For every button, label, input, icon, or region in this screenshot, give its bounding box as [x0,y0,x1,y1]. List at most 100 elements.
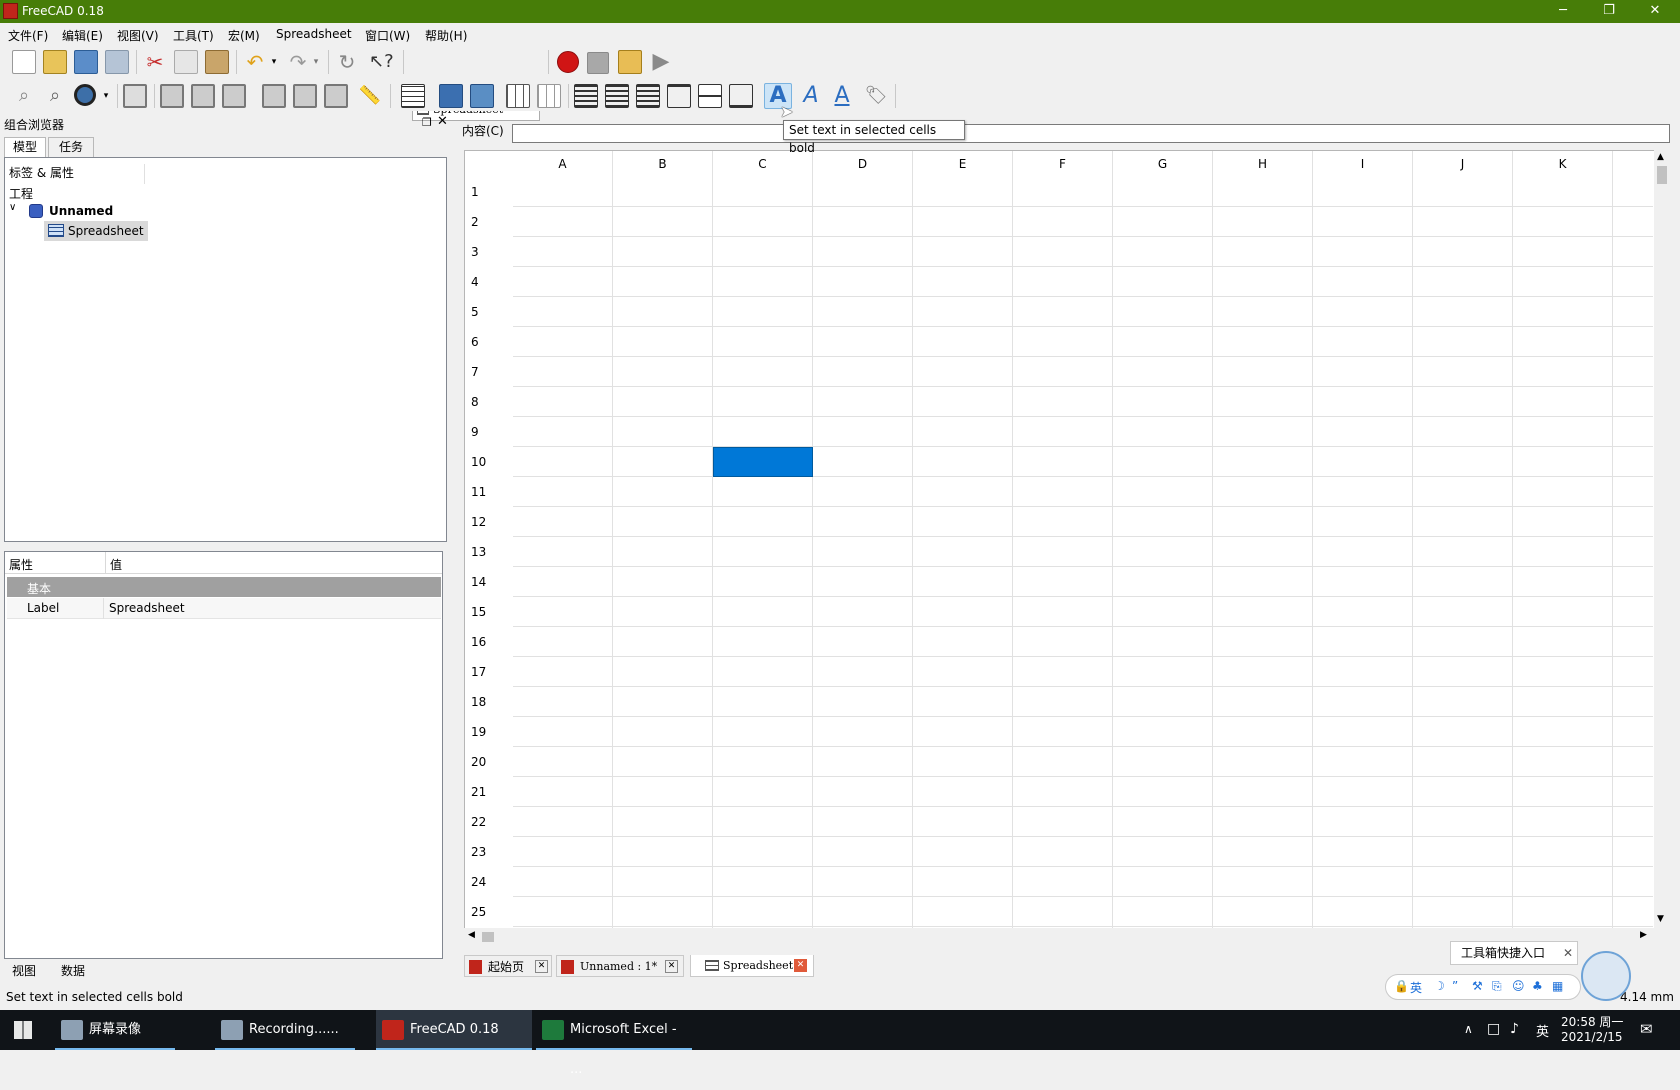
close-button[interactable]: ✕ [1632,0,1678,23]
restore-button[interactable]: ❐ [1586,0,1632,23]
notification-icon[interactable]: ✉ [1640,1020,1653,1038]
ime-language[interactable]: 英 [1410,979,1422,996]
macro-run-icon[interactable]: ▶ [649,50,673,74]
scroll-thumb[interactable] [1657,166,1667,184]
panel-close-icon[interactable]: ✕ [437,114,448,129]
scroll-left-icon[interactable]: ◀ [468,930,475,940]
menu-macro[interactable]: 宏(M) [228,27,260,44]
tree-item-unnamed[interactable]: Unnamed [49,204,113,218]
tree-item-spreadsheet[interactable]: Spreadsheet [44,221,148,241]
macro-record-icon[interactable] [557,51,579,73]
row-header-2[interactable]: 2 [465,207,513,237]
row-header-23[interactable]: 23 [465,837,513,867]
ime-toolbar[interactable]: 🔒 英 ☽ ” ⚒ ⎘ ☺ ♣ ▦ [1385,974,1581,1000]
toolbox-popup[interactable]: 工具箱快捷入口 ✕ [1450,941,1578,965]
undo-icon[interactable]: ↶ [243,50,267,74]
align-bottom-icon[interactable] [729,84,753,108]
tab-view[interactable]: 视图 [12,962,36,979]
spreadsheet-grid[interactable]: ABCDEFGHIJK 1 2 3 4 5 6 7 8 9 10 11 12 13 14 15 16 17 18 1… [464,150,1670,934]
row-header-20[interactable]: 20 [465,747,513,777]
close-icon[interactable]: ✕ [1563,942,1573,964]
row-header-25[interactable]: 25 [465,897,513,927]
row-header-24[interactable]: 24 [465,867,513,897]
row-header-16[interactable]: 16 [465,627,513,657]
row-header-5[interactable]: 5 [465,297,513,327]
taskbar-item-recording[interactable]: Recording...... [215,1010,355,1050]
selected-cell[interactable] [713,447,813,477]
row-header-1[interactable]: 1 [465,177,513,207]
clock-time[interactable]: 20:58 周一 [1561,1013,1623,1030]
redo-icon[interactable]: ↷ [286,50,310,74]
fit-all-icon[interactable]: ⌕ [12,84,36,108]
scroll-up-icon[interactable]: ▲ [1657,152,1664,162]
column-header-d[interactable]: D [813,151,913,177]
save-icon[interactable] [74,50,98,74]
taskbar-item-excel[interactable]: Microsoft Excel - ... [536,1010,692,1077]
tray-chevron-up-icon[interactable]: ∧ [1464,1022,1473,1036]
wrench-icon[interactable]: ⚒ [1472,979,1483,993]
row-header-12[interactable]: 12 [465,507,513,537]
measure-icon[interactable]: 📏 [358,84,382,108]
column-header-b[interactable]: B [613,151,713,177]
taskbar-item-freecad[interactable]: FreeCAD 0.18 [376,1010,532,1050]
emoji-icon[interactable]: ☺ [1512,979,1525,993]
column-header-a[interactable]: A [513,151,613,177]
menu-help[interactable]: 帮助(H) [425,27,467,44]
punctuation-icon[interactable]: ” [1452,979,1458,993]
menu-spreadsheet[interactable]: Spreadsheet [276,27,352,41]
vertical-scrollbar[interactable]: ▲ ▼ [1654,150,1670,934]
scroll-right-icon[interactable]: ▶ [1640,930,1647,940]
property-row-label[interactable]: Label Spreadsheet [7,598,441,619]
row-header-3[interactable]: 3 [465,237,513,267]
clipboard-icon[interactable]: ⎘ [1492,979,1502,994]
volume-icon[interactable]: ♪ [1510,1021,1519,1037]
view-top-icon[interactable] [191,84,215,108]
row-header-10[interactable]: 10 [465,447,513,477]
tab-tasks[interactable]: 任务 [48,137,94,157]
view-front-icon[interactable] [160,84,184,108]
row-header-6[interactable]: 6 [465,327,513,357]
column-header-j[interactable]: J [1413,151,1513,177]
row-header-19[interactable]: 19 [465,717,513,747]
undo-dropdown-icon[interactable]: ▾ [268,50,280,74]
column-header-g[interactable]: G [1113,151,1213,177]
view-rear-icon[interactable] [262,84,286,108]
create-spreadsheet-icon[interactable] [401,84,425,108]
clock-date[interactable]: 2021/2/15 [1561,1030,1623,1044]
menu-file[interactable]: 文件(F) [8,27,48,44]
network-icon[interactable]: □ [1487,1021,1500,1037]
undock-icon[interactable]: ❐ [422,116,432,129]
align-center-icon[interactable] [605,84,629,108]
tab-start-page[interactable]: 起始页 ✕ [464,955,552,977]
view-right-icon[interactable] [222,84,246,108]
row-header-8[interactable]: 8 [465,387,513,417]
align-top-icon[interactable] [667,84,691,108]
row-header-15[interactable]: 15 [465,597,513,627]
row-header-7[interactable]: 7 [465,357,513,387]
align-left-icon[interactable] [574,84,598,108]
align-vcenter-icon[interactable] [698,84,722,108]
redo-dropdown-icon[interactable]: ▾ [310,50,322,74]
row-header-22[interactable]: 22 [465,807,513,837]
draw-style-dropdown-icon[interactable]: ▾ [100,84,112,108]
refresh-icon[interactable]: ↻ [335,50,359,74]
tab-close-icon[interactable]: ✕ [535,960,548,973]
save-as-icon[interactable] [105,50,129,74]
menu-window[interactable]: 窗口(W) [365,27,410,44]
paste-icon[interactable] [205,50,229,74]
tab-close-icon[interactable]: ✕ [794,959,807,972]
column-header-k[interactable]: K [1513,151,1613,177]
row-header-9[interactable]: 9 [465,417,513,447]
scroll-down-icon[interactable]: ▼ [1657,914,1664,924]
row-header-17[interactable]: 17 [465,657,513,687]
cell-content-input[interactable] [512,124,1670,143]
column-header-f[interactable]: F [1013,151,1113,177]
tab-spreadsheet[interactable]: Spreadsheet ✕ [690,955,814,977]
open-file-icon[interactable] [43,50,67,74]
menu-tools[interactable]: 工具(T) [173,27,214,44]
export-spreadsheet-icon[interactable] [470,84,494,108]
moon-icon[interactable]: ☽ [1434,979,1445,993]
column-header-e[interactable]: E [913,151,1013,177]
menu-view[interactable]: 视图(V) [117,27,159,44]
row-header-21[interactable]: 21 [465,777,513,807]
